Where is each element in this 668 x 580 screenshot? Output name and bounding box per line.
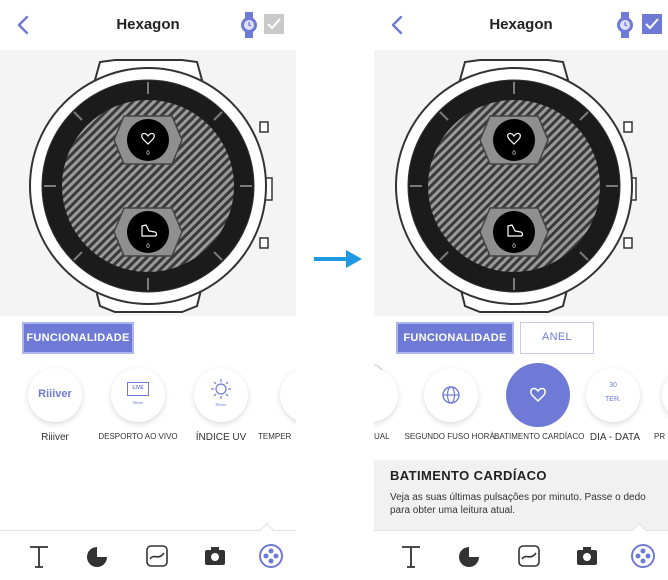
function-label: UAL xyxy=(374,432,390,441)
tab-anel[interactable]: ANEL xyxy=(520,322,594,354)
description-text: Veja as suas últimas pulsações por minut… xyxy=(390,492,646,516)
function-item-partial[interactable] xyxy=(374,368,398,422)
transition-arrow-icon xyxy=(314,250,362,268)
uv-sub: Riiiver xyxy=(215,402,227,407)
color-tool-icon[interactable] xyxy=(84,543,110,569)
heart-icon xyxy=(530,387,546,403)
tab-funcionalidade[interactable]: FUNCIONALIDADE xyxy=(396,322,514,354)
function-label: DESPORTO AO VIVO xyxy=(98,432,178,441)
watch-face: 0 0 xyxy=(395,59,637,313)
live-icon: LIVE xyxy=(127,382,149,396)
function-label: TEMPER xyxy=(258,432,292,441)
watch-face: 0 0 xyxy=(29,59,273,313)
function-label: DIA - DATA xyxy=(589,432,641,443)
watch-preview: 0 0 xyxy=(0,50,296,316)
function-item-partial-right[interactable] xyxy=(662,368,668,422)
confirm-button[interactable] xyxy=(264,14,284,34)
globe-icon xyxy=(442,386,460,404)
function-item-temperature[interactable] xyxy=(280,368,296,422)
function-item-day-date[interactable]: 30 TER. xyxy=(586,368,640,422)
header: Hexagon xyxy=(0,0,296,50)
watch-preview-icon[interactable] xyxy=(238,11,260,39)
bottom-toolbar xyxy=(0,522,296,580)
tab-bar: FUNCIONALIDADE xyxy=(0,322,296,354)
crown-bottom xyxy=(623,237,633,249)
camera-icon[interactable] xyxy=(202,543,228,569)
function-item-riiiver[interactable]: Riiiver xyxy=(28,368,82,422)
function-carousel[interactable]: Riiiver Riiiver LIVE Riiiver DESPORTO AO… xyxy=(0,360,296,480)
screen-after: Hexagon 0 0 FUNCIONALIDADE ANEL UAL SEGU… xyxy=(374,0,668,580)
function-description: BATIMENTO CARDÍACO Veja as suas últimas … xyxy=(374,460,668,530)
pattern-tool-icon[interactable] xyxy=(144,543,170,569)
text-tool-icon[interactable] xyxy=(398,543,424,569)
live-sub: Riiiver xyxy=(132,400,144,405)
function-label: SEGUNDO FUSO HORÁ... xyxy=(404,432,502,441)
function-label: BATIMENTO CARDÍACO xyxy=(494,432,585,441)
tab-funcionalidade[interactable]: FUNCIONALIDADE xyxy=(22,322,134,354)
toolbar-caret xyxy=(259,522,275,538)
check-icon xyxy=(267,18,281,30)
uv-sun-icon xyxy=(211,379,231,399)
confirm-button[interactable] xyxy=(642,14,662,34)
header: Hexagon xyxy=(374,0,668,50)
tab-bar: FUNCIONALIDADE ANEL xyxy=(374,322,668,354)
check-icon xyxy=(645,18,659,30)
color-tool-icon[interactable] xyxy=(456,543,482,569)
crown-bottom xyxy=(259,237,269,249)
crown-top xyxy=(259,121,269,133)
function-tool-icon[interactable] xyxy=(258,543,284,569)
function-item-second-timezone[interactable] xyxy=(424,368,478,422)
function-item-heart-rate[interactable] xyxy=(506,363,570,427)
function-tool-icon[interactable] xyxy=(630,543,656,569)
text-tool-icon[interactable] xyxy=(26,543,52,569)
bottom-toolbar xyxy=(374,522,668,580)
camera-icon[interactable] xyxy=(574,543,600,569)
pattern-tool-icon[interactable] xyxy=(516,543,542,569)
riiiver-logo: Riiiver xyxy=(38,388,72,400)
crown-top xyxy=(623,121,633,133)
description-title: BATIMENTO CARDÍACO xyxy=(390,468,547,483)
screen-before: Hexagon 0 0 FUNCIONALIDADE Riiiver Riiiv… xyxy=(0,0,296,580)
function-label: Riiiver xyxy=(41,432,69,443)
function-item-live-sport[interactable]: LIVE Riiiver xyxy=(111,368,165,422)
function-label: ÍNDICE UV xyxy=(195,432,247,443)
function-label: PR xyxy=(654,432,666,441)
watch-preview: 0 0 xyxy=(374,50,668,316)
function-item-uv[interactable]: Riiiver xyxy=(194,368,248,422)
date-number: 30 xyxy=(609,382,617,389)
date-day: TER. xyxy=(605,396,621,403)
watch-preview-icon[interactable] xyxy=(614,11,636,39)
